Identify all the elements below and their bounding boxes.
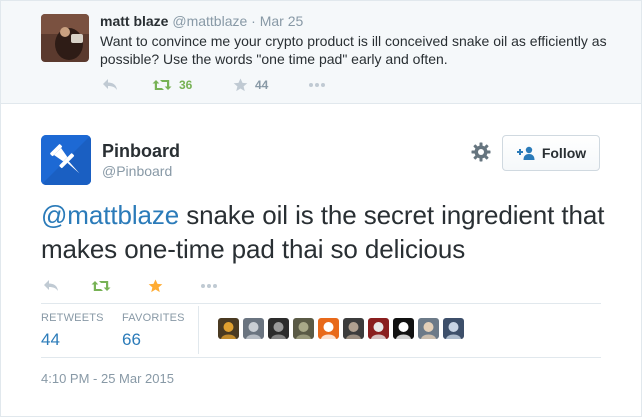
favorite-button[interactable]: 44: [233, 77, 268, 93]
favoriter-avatar[interactable]: [318, 318, 339, 339]
divider: [198, 306, 199, 354]
more-button[interactable]: [308, 77, 326, 93]
favoriter-avatar[interactable]: [393, 318, 414, 339]
reply-button[interactable]: [102, 77, 118, 93]
tweet-date[interactable]: Mar 25: [260, 13, 304, 29]
parent-tweet[interactable]: matt blaze @mattblaze · Mar 25 Want to c…: [1, 1, 641, 104]
favoriter-avatar[interactable]: [293, 318, 314, 339]
favorites-label: FAVORITES: [122, 312, 185, 324]
timestamp[interactable]: 4:10 PM - 25 Mar 2015: [41, 371, 174, 386]
mention-link[interactable]: @mattblaze: [41, 200, 179, 230]
separator: ·: [251, 13, 256, 29]
reply-icon: [44, 280, 58, 291]
follow-button[interactable]: Follow: [502, 135, 600, 171]
divider: [41, 357, 601, 358]
retweets-label: RETWEETS: [41, 312, 104, 324]
retweet-count: 36: [179, 78, 193, 92]
gear-icon: [471, 142, 491, 162]
favoriters-list: [218, 318, 468, 340]
tweet-card: matt blaze @mattblaze · Mar 25 Want to c…: [0, 0, 642, 417]
retweet-button[interactable]: 36: [152, 77, 192, 93]
tweet-actions: [43, 278, 243, 294]
author-handle[interactable]: @mattblaze: [172, 13, 247, 29]
favoriter-avatar[interactable]: [368, 318, 389, 339]
retweet-icon: [152, 80, 172, 90]
favorites-count: 66: [122, 330, 141, 349]
avatar[interactable]: [41, 14, 89, 62]
favoriter-avatar[interactable]: [268, 318, 289, 339]
avatar[interactable]: [41, 135, 91, 185]
favorite-count: 44: [255, 78, 269, 92]
favoriter-avatar[interactable]: [218, 318, 239, 339]
tweet-text: @mattblaze snake oil is the secret ingre…: [41, 198, 621, 266]
reply-icon: [103, 79, 117, 90]
favorite-icon: [148, 279, 163, 293]
pushpin-icon: [41, 135, 91, 185]
author-handle[interactable]: @Pinboard: [102, 163, 172, 179]
favorite-button[interactable]: [148, 278, 163, 294]
more-icon: [309, 83, 325, 87]
tweet-text: Want to convince me your crypto product …: [100, 33, 607, 67]
reply-button[interactable]: [43, 278, 59, 294]
favorites-stat[interactable]: FAVORITES 66: [122, 312, 185, 350]
more-icon: [201, 284, 217, 288]
author-name[interactable]: matt blaze: [100, 13, 168, 29]
retweets-stat[interactable]: RETWEETS 44: [41, 312, 104, 350]
retweet-button[interactable]: [91, 278, 111, 294]
tweet-actions: 36 44: [102, 77, 432, 93]
author-name[interactable]: Pinboard: [102, 141, 180, 162]
parent-tweet-header: matt blaze @mattblaze · Mar 25: [100, 13, 303, 29]
divider: [41, 303, 601, 304]
favoriter-avatar[interactable]: [443, 318, 464, 339]
follow-person-icon: [516, 146, 535, 160]
favorite-icon: [233, 78, 248, 92]
follow-label: Follow: [541, 145, 587, 161]
more-button[interactable]: [200, 278, 218, 294]
retweet-icon: [91, 281, 111, 291]
favoriter-avatar[interactable]: [418, 318, 439, 339]
retweets-count: 44: [41, 330, 60, 349]
favoriter-avatar[interactable]: [243, 318, 264, 339]
settings-button[interactable]: [471, 142, 491, 162]
favoriter-avatar[interactable]: [343, 318, 364, 339]
